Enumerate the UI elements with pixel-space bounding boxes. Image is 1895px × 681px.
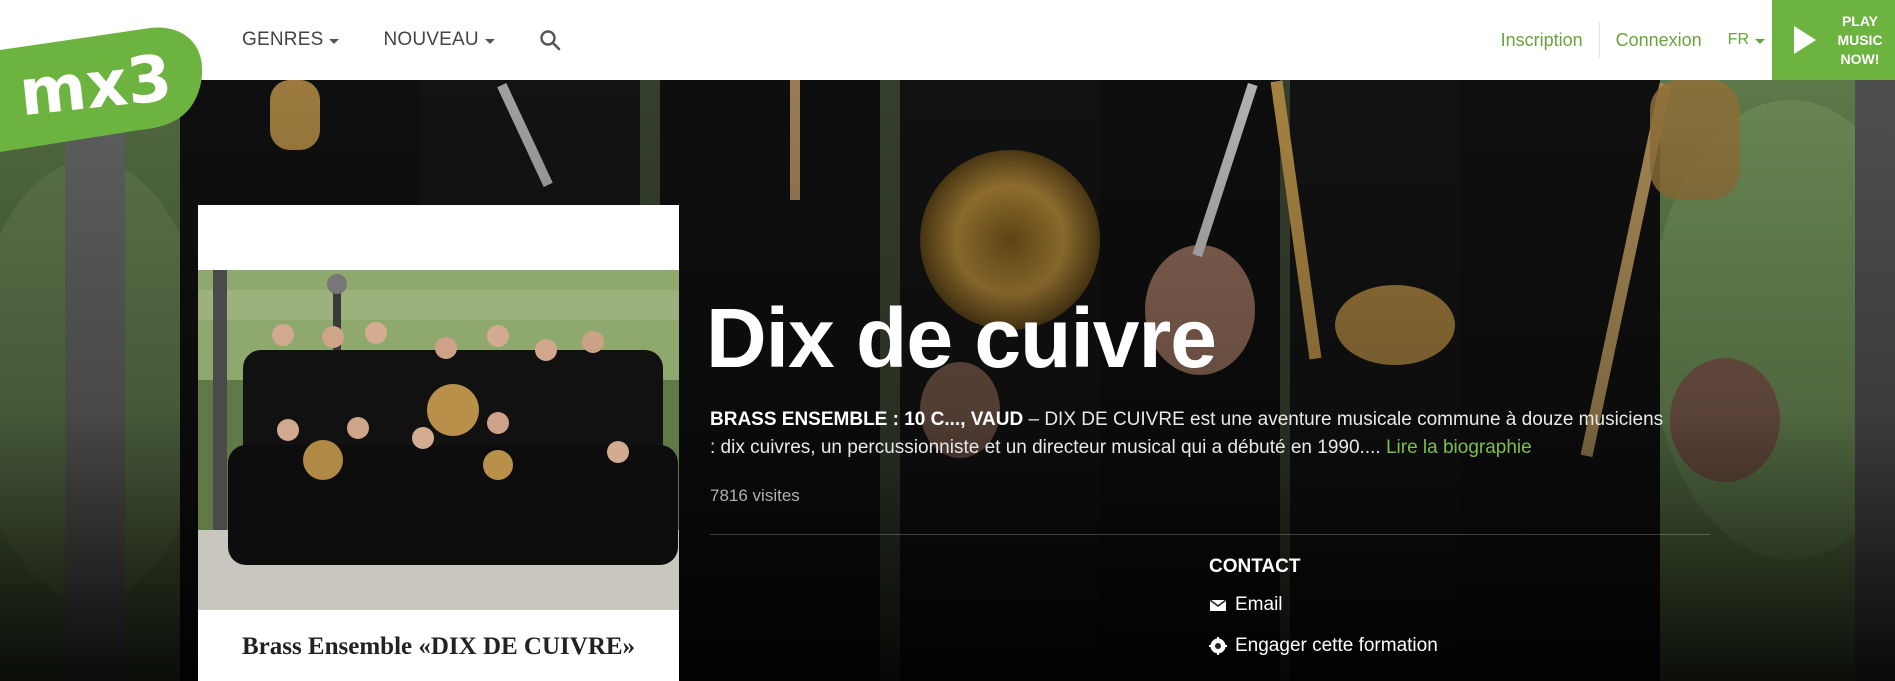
contact-heading: CONTACT (1209, 556, 1301, 577)
logo-text: mx3 (16, 42, 175, 132)
play-label-line-2: MUSIC (1837, 31, 1883, 48)
genres-label: GENRES (242, 29, 324, 50)
hire-label: Engager cette formation (1235, 635, 1438, 656)
play-music-now-label: PLAY MUSIC NOW! (1832, 12, 1888, 69)
caret-down-icon (329, 38, 340, 44)
inscription-link[interactable]: Inscription (1501, 30, 1583, 51)
search-icon[interactable] (539, 29, 561, 51)
caret-down-icon (484, 38, 495, 44)
artist-name: Dix de cuivre (706, 291, 1217, 385)
account-nav: Inscription Connexion FR (1501, 0, 1765, 80)
cover-photo (198, 270, 679, 610)
artist-tagline: BRASS ENSEMBLE : 10 C..., VAUD (710, 409, 1024, 430)
language-label: FR (1727, 31, 1749, 48)
email-contact-link[interactable]: Email (1209, 594, 1283, 616)
nouveau-dropdown[interactable]: NOUVEAU (383, 29, 495, 51)
email-label: Email (1235, 594, 1283, 615)
play-label-line-3: NOW! (1840, 50, 1880, 67)
artist-cover-image: Brass Ensemble «DIX DE CUIVRE» (198, 205, 679, 681)
visit-count: 7816 visites (710, 486, 800, 505)
cover-caption: Brass Ensemble «DIX DE CUIVRE» (241, 633, 636, 660)
connexion-link[interactable]: Connexion (1616, 30, 1702, 51)
read-biography-link[interactable]: Lire la biographie (1386, 437, 1532, 458)
play-label-line-1: PLAY (1841, 12, 1879, 29)
nav-divider (1598, 22, 1600, 58)
caret-down-icon (1755, 38, 1765, 44)
hire-ensemble-link[interactable]: Engager cette formation (1209, 635, 1438, 657)
genres-dropdown[interactable]: GENRES (242, 29, 340, 51)
mx3-logo[interactable]: mx3 (0, 22, 210, 152)
gear-badge-icon (1209, 637, 1227, 655)
top-navigation-bar: GENRES NOUVEAU Inscription Connexion FR … (0, 0, 1895, 80)
language-selector[interactable]: FR (1728, 31, 1765, 49)
play-icon (1794, 26, 1816, 54)
artist-bio: BRASS ENSEMBLE : 10 C..., VAUD – DIX DE … (710, 406, 1670, 462)
primary-nav: GENRES NOUVEAU (242, 0, 561, 80)
play-music-now-button[interactable]: PLAY MUSIC NOW! (1772, 0, 1895, 80)
section-divider (710, 534, 1710, 535)
envelope-icon (1209, 599, 1227, 611)
nouveau-label: NOUVEAU (383, 29, 479, 50)
